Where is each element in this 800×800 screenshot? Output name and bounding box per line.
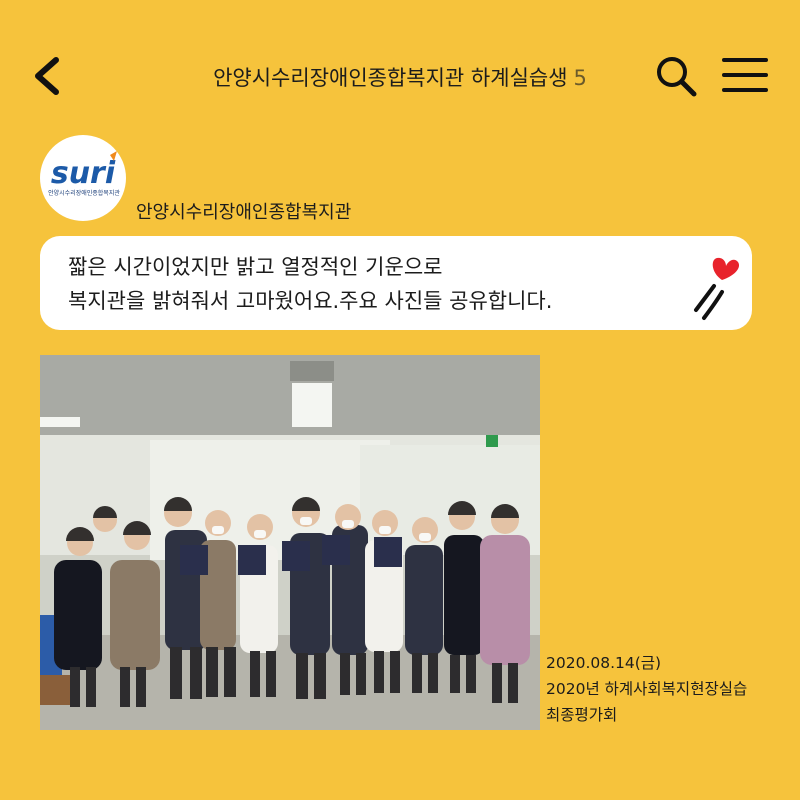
avatar-subtext: 안양시수리장애인종합복지관 [48,189,120,197]
message-line: 복지관을 밝혀줘서 고마웠어요.주요 사진들 공유합니다. [68,289,553,313]
search-button[interactable] [652,52,700,100]
caption-date: 2020.08.14(금) [546,654,662,672]
avatar-logo-text: suri [51,156,116,191]
hamburger-menu-icon [722,58,768,92]
shared-photo[interactable] [40,355,540,730]
search-icon [657,57,697,97]
menu-button[interactable] [718,52,772,98]
caption-event: 2020년 하계사회복지현장실습 [546,680,748,698]
chat-room-name: 안양시수리장애인종합복지관 하계실습생 [213,66,568,90]
group-photo-image [40,355,540,730]
suri-logo: suri 안양시수리장애인종합복지관 [48,151,120,197]
message-bubble[interactable]: 짧은 시간이었지만 밝고 열정적인 기운으로 복지관을 밝혀줘서 고마웠어요.주… [40,236,752,330]
sender-avatar[interactable]: suri 안양시수리장애인종합복지관 [40,135,126,221]
member-count: 5 [573,66,587,90]
photo-caption: 2020.08.14(금) 2020년 하계사회복지현장실습 최종평가회 [546,650,747,728]
sender-name: 안양시수리장애인종합복지관 [136,202,352,223]
chat-header: 안양시수리장애인종합복지관 하계실습생 5 [0,0,800,150]
heart-icon [694,257,740,320]
caption-subtitle: 최종평가회 [546,706,618,724]
message-line: 짧은 시간이었지만 밝고 열정적인 기운으로 [68,255,443,279]
